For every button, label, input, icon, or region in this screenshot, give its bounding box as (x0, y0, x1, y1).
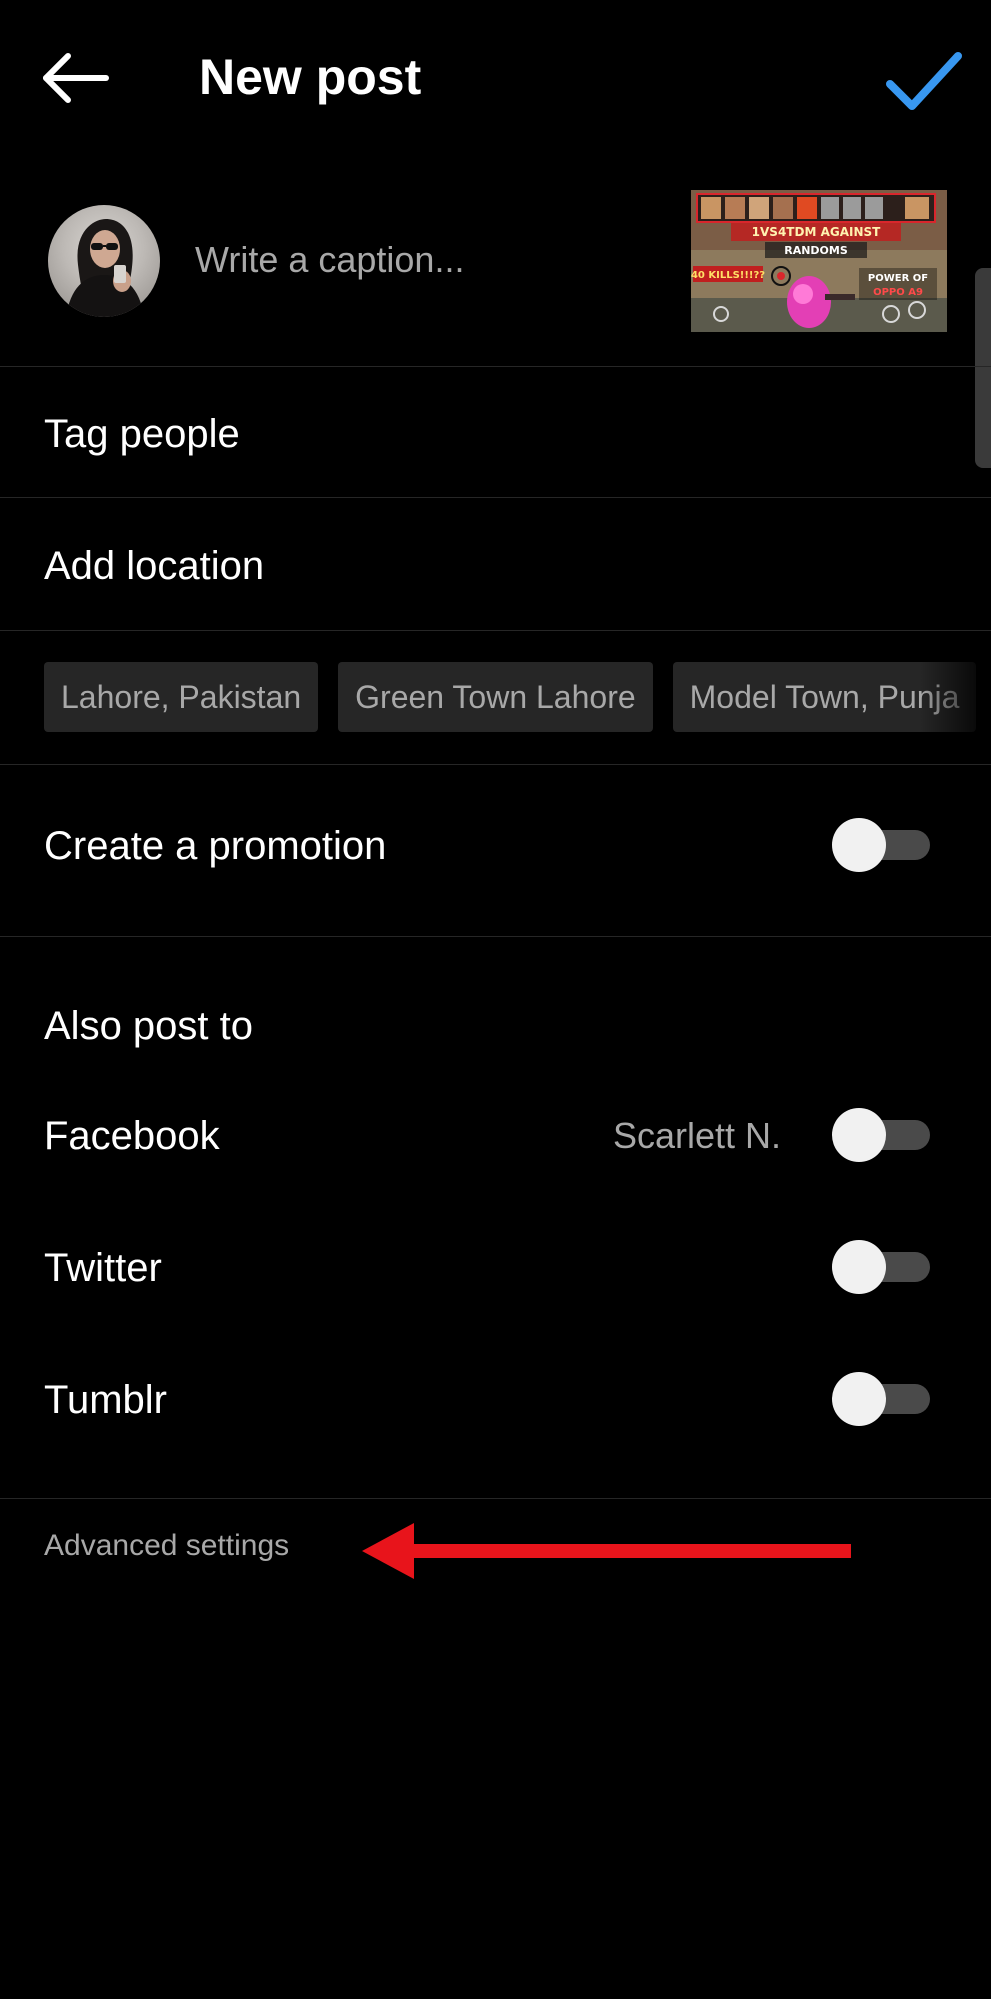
location-chip[interactable]: Green Town Lahore (338, 662, 653, 732)
location-suggestions: Lahore, Pakistan Green Town Lahore Model T… (44, 662, 991, 732)
back-button[interactable] (36, 40, 116, 120)
caption-input[interactable] (195, 230, 665, 290)
post-thumbnail[interactable]: 1VS4TDM AGAINST RANDOMS 40 KILLS!!!?? PO… (691, 190, 947, 332)
thumb-text-1: 1VS4TDM AGAINST (752, 225, 881, 239)
avatar (48, 205, 160, 317)
thumbnail-image: 1VS4TDM AGAINST RANDOMS 40 KILLS!!!?? PO… (691, 190, 947, 332)
profile-photo (66, 219, 144, 317)
divider (0, 764, 991, 765)
toggle-knob (832, 1372, 886, 1426)
annotation-arrow (362, 1523, 854, 1579)
location-chip[interactable]: Lahore, Pakistan (44, 662, 319, 732)
checkmark-icon (886, 52, 962, 110)
twitter-toggle[interactable] (832, 1240, 932, 1294)
also-post-to-heading: Also post to (44, 1004, 254, 1048)
thumb-text-3: 40 KILLS!!!?? (691, 270, 765, 281)
create-promotion-label: Create a promotion (44, 824, 387, 868)
toggle-knob (832, 818, 886, 872)
divider (0, 1498, 991, 1499)
tag-people-label: Tag people (44, 412, 240, 456)
page-title: New post (199, 49, 422, 105)
facebook-label: Facebook (44, 1114, 220, 1158)
toggle-knob (832, 1108, 886, 1162)
divider (0, 630, 991, 631)
create-promotion-toggle[interactable] (832, 818, 932, 872)
facebook-account-name: Scarlett N. (612, 1115, 781, 1156)
add-location-label: Add location (44, 544, 265, 588)
toggle-knob (832, 1240, 886, 1294)
facebook-toggle[interactable] (832, 1108, 932, 1162)
share-confirm-button[interactable] (882, 40, 964, 120)
caption-row: 1VS4TDM AGAINST RANDOMS 40 KILLS!!!?? PO… (0, 190, 991, 366)
tumblr-label: Tumblr (44, 1378, 167, 1422)
arrow-left-icon (43, 53, 109, 103)
thumb-text-4: POWER OF (868, 273, 928, 284)
tumblr-toggle[interactable] (832, 1372, 932, 1426)
twitter-label: Twitter (44, 1246, 162, 1290)
advanced-settings-link[interactable]: Advanced settings (44, 1526, 289, 1566)
thumb-text-5: OPPO A9 (873, 287, 923, 298)
location-chip[interactable]: Model Town, Punja (672, 662, 977, 732)
divider (0, 936, 991, 937)
arrow-left-annotation-icon (362, 1523, 851, 1579)
top-bar: New post (0, 0, 991, 150)
thumb-text-2: RANDOMS (784, 244, 848, 257)
